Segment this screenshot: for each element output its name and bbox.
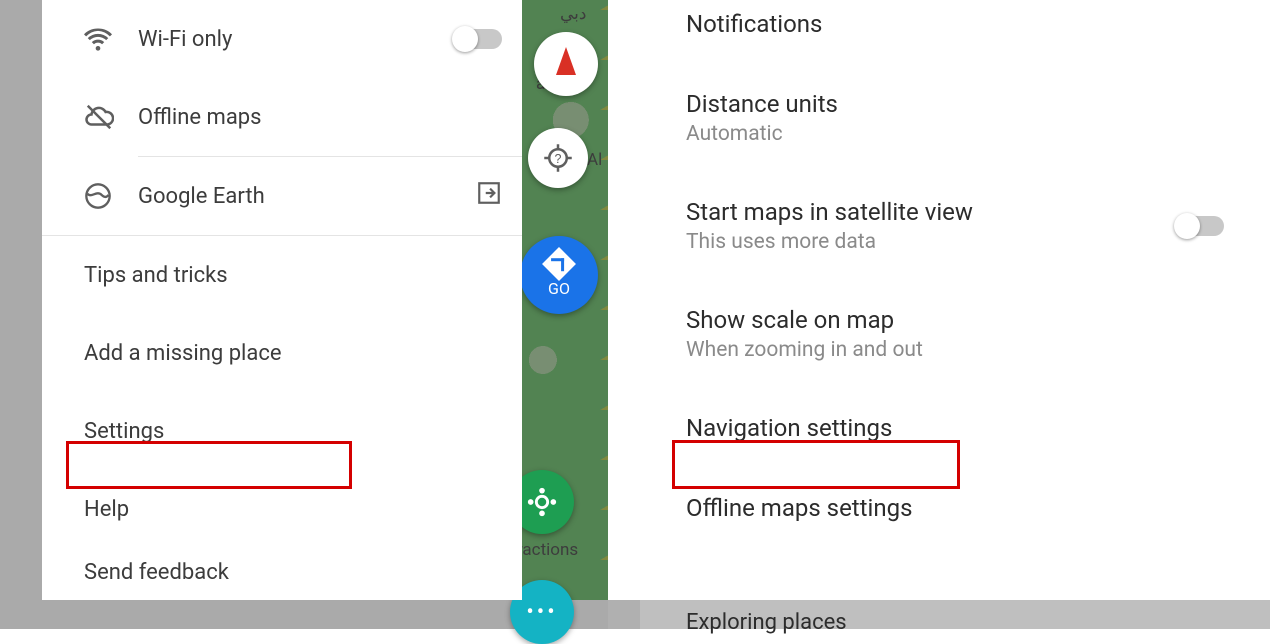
setting-title: Start maps in satellite view	[686, 198, 1156, 226]
turn-right-icon	[542, 247, 576, 281]
wifi-only-toggle[interactable]	[454, 29, 502, 49]
go-label: GO	[548, 279, 570, 298]
menu-item-wifi-only[interactable]: Wi-Fi only	[42, 0, 522, 78]
go-button[interactable]: GO	[520, 236, 598, 314]
compass-button[interactable]	[534, 32, 598, 96]
menu-item-label: Offline maps	[138, 105, 502, 130]
setting-title: Show scale on map	[686, 306, 1224, 334]
menu-item-label: Help	[84, 497, 129, 522]
locate-me-button[interactable]: ?	[528, 128, 588, 188]
menu-item-add-missing-place[interactable]: Add a missing place	[42, 314, 522, 392]
menu-item-label: Add a missing place	[84, 341, 282, 366]
cloud-off-icon	[84, 102, 138, 132]
menu-item-tips-and-tricks[interactable]: Tips and tricks	[42, 236, 522, 314]
menu-item-label: Send feedback	[84, 560, 229, 585]
menu-item-label: Tips and tricks	[84, 263, 228, 288]
wifi-icon	[84, 25, 138, 53]
compass-north-icon	[556, 47, 576, 75]
settings-partial-next: Exploring places	[640, 600, 1270, 629]
attractions-icon	[525, 485, 559, 519]
open-in-icon	[476, 180, 502, 212]
setting-subtitle: When zooming in and out	[686, 338, 1224, 362]
navigation-drawer: Wi-Fi only Offline maps Google Earth Tip…	[42, 0, 522, 600]
setting-subtitle: Automatic	[686, 122, 1224, 146]
setting-navigation-settings[interactable]: Navigation settings	[640, 388, 1270, 468]
setting-show-scale[interactable]: Show scale on map When zooming in and ou…	[640, 280, 1270, 388]
setting-title-partial: Exploring places	[686, 610, 847, 635]
setting-title: Offline maps settings	[686, 494, 1224, 522]
setting-notifications[interactable]: Notifications	[640, 0, 1270, 64]
menu-item-offline-maps[interactable]: Offline maps	[42, 78, 522, 156]
menu-item-settings[interactable]: Settings	[42, 392, 522, 470]
crosshair-question-icon: ?	[543, 143, 573, 173]
more-dots-icon: •••	[526, 600, 557, 625]
setting-offline-maps-settings[interactable]: Offline maps settings	[640, 468, 1270, 548]
setting-title: Distance units	[686, 90, 1224, 118]
menu-item-google-earth[interactable]: Google Earth	[42, 157, 522, 235]
earth-icon	[84, 182, 138, 210]
settings-list: Notifications Distance units Automatic S…	[640, 0, 1270, 629]
left-pane: دبي ab Al ractions ? GO •••	[0, 0, 608, 629]
setting-title: Notifications	[686, 10, 1224, 38]
satellite-view-toggle[interactable]	[1176, 216, 1224, 236]
menu-item-label: Settings	[84, 419, 164, 444]
svg-text:?: ?	[555, 152, 562, 166]
menu-item-label: Google Earth	[138, 184, 476, 209]
menu-item-send-feedback[interactable]: Send feedback	[42, 548, 522, 596]
menu-item-help[interactable]: Help	[42, 470, 522, 548]
setting-subtitle: This uses more data	[686, 230, 1156, 254]
setting-title: Navigation settings	[686, 414, 1224, 442]
setting-distance-units[interactable]: Distance units Automatic	[640, 64, 1270, 172]
menu-item-label: Wi-Fi only	[138, 27, 454, 52]
setting-satellite-view[interactable]: Start maps in satellite view This uses m…	[640, 172, 1270, 280]
